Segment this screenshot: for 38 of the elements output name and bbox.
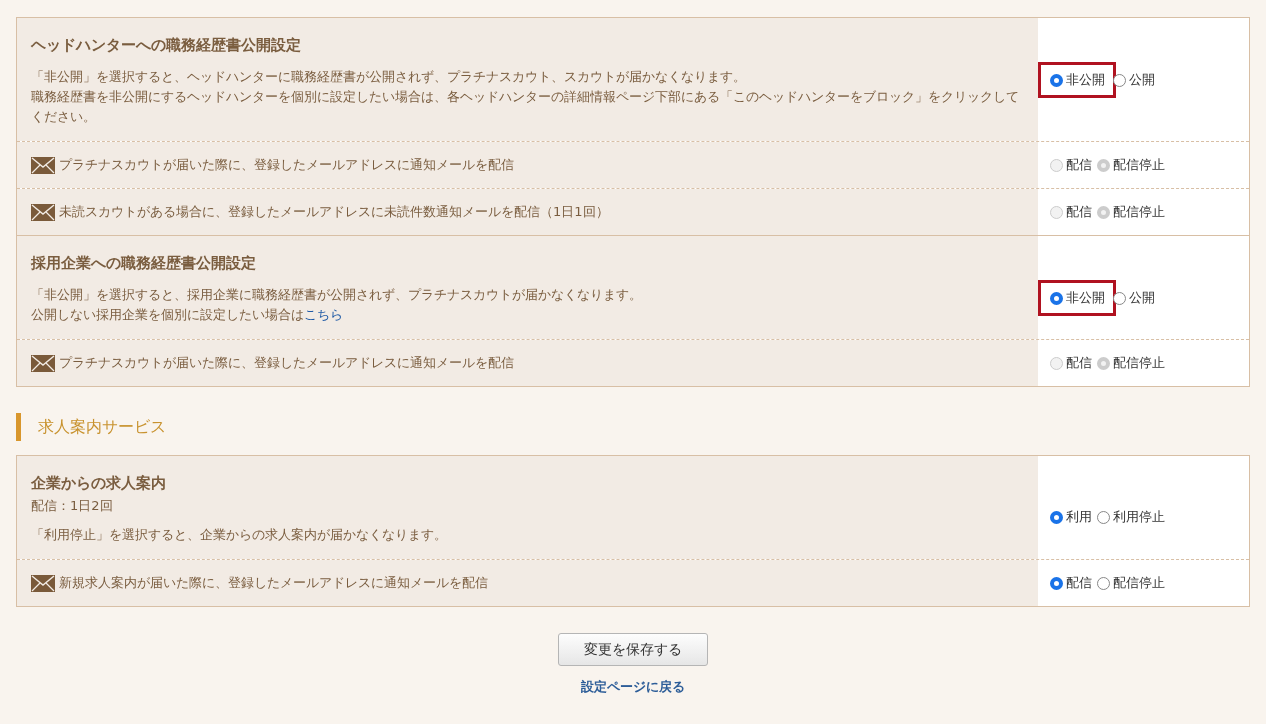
radio-button[interactable]: [1050, 576, 1063, 590]
notification-text: 未読スカウトがある場合に、登録したメールアドレスに未読件数通知メールを配信（1日1回）: [59, 203, 609, 221]
radio-button[interactable]: [1097, 510, 1110, 524]
description-text: 「非公開」を選択すると、採用企業に職務経歴書が公開されず、プラチナスカウトが届かなくなります。: [31, 286, 643, 304]
description-text: 職務経歴書を非公開にするヘッドハンターを個別に設定したい場合は、各ヘッドハンターの詳細情報ページ下部にある「このヘッドハンターをブロック」をクリックしてください。: [31, 88, 1020, 126]
setting-title: 採用企業への職務経歴書公開設定: [31, 254, 257, 273]
delivery-frequency: 配信：1日2回: [31, 497, 114, 515]
description-text: 公開しない採用企業を個別に設定したい場合はこちら: [31, 306, 344, 324]
radio-label[interactable]: 非公開: [1066, 289, 1105, 307]
radio-label[interactable]: 利用: [1066, 508, 1092, 526]
description-text: 「利用停止」を選択すると、企業からの求人案内が届かなくなります。: [31, 526, 448, 544]
radio-label[interactable]: 配信: [1066, 574, 1092, 592]
notification-text: 新規求人案内が届いた際に、登録したメールアドレスに通知メールを配信: [59, 574, 488, 592]
radio-label[interactable]: 利用停止: [1113, 508, 1165, 526]
radio-button[interactable]: [1113, 73, 1126, 87]
radio-button[interactable]: [1113, 291, 1126, 305]
save-button[interactable]: 変更を保存する: [558, 633, 708, 666]
radio-button[interactable]: [1050, 291, 1063, 305]
section-marker: [16, 413, 21, 441]
envelope-icon: [31, 354, 55, 372]
notification-text: プラチナスカウトが届いた際に、登録したメールアドレスに通知メールを配信: [59, 354, 514, 372]
here-link[interactable]: こちら: [304, 307, 343, 322]
envelope-icon: [31, 156, 55, 174]
notification-text: プラチナスカウトが届いた際に、登録したメールアドレスに通知メールを配信: [59, 156, 514, 174]
radio-label[interactable]: 非公開: [1066, 71, 1105, 89]
radio-label[interactable]: 公開: [1129, 289, 1155, 307]
description-text: 「非公開」を選択すると、ヘッドハンターに職務経歴書が公開されず、プラチナスカウト、スカウトが届かなくなります。: [31, 68, 747, 86]
radio-label[interactable]: 公開: [1129, 71, 1155, 89]
setting-title: 企業からの求人案内: [31, 474, 167, 493]
setting-title: ヘッドハンターへの職務経歴書公開設定: [31, 36, 302, 55]
radio-label[interactable]: 配信停止: [1113, 574, 1165, 592]
radio-button[interactable]: [1097, 576, 1110, 590]
envelope-icon: [31, 203, 55, 221]
radio-button[interactable]: [1050, 510, 1063, 524]
radio-button[interactable]: [1050, 73, 1063, 87]
envelope-icon: [31, 574, 55, 592]
section-heading: 求人案内サービス: [38, 416, 166, 438]
back-link[interactable]: 設定ページに戻る: [581, 678, 685, 696]
